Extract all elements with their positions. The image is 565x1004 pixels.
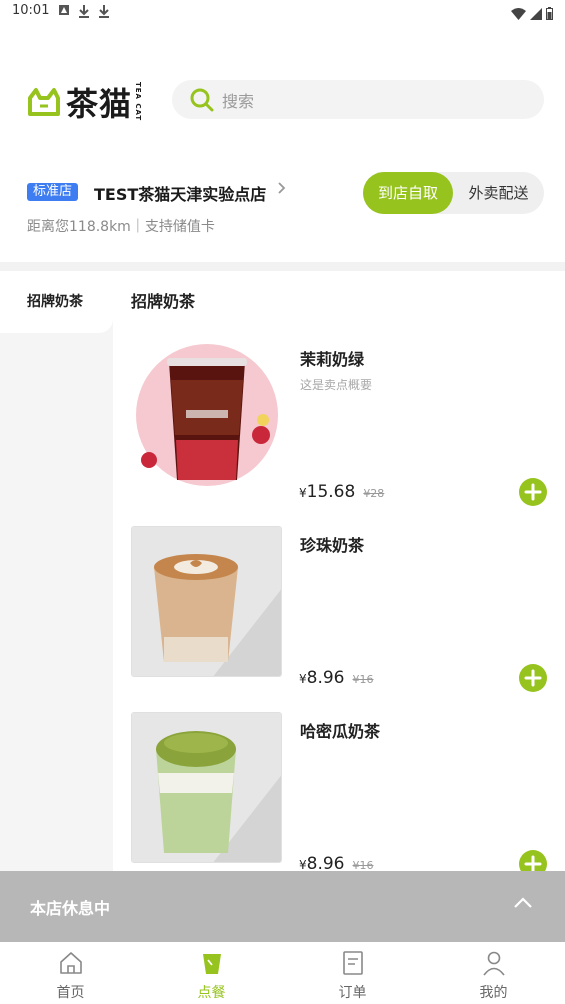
tab-label: 我的 <box>479 985 508 1001</box>
sidebar-item-signature-milk-tea[interactable]: 招牌奶茶 <box>0 271 113 333</box>
currency-symbol: ¥ <box>299 858 307 872</box>
product-price: ¥ 15.68 ¥28 <box>299 482 384 502</box>
store-distance: 距离您118.8km｜支持储值卡 <box>27 219 215 235</box>
header: 茶猫 TEA CAT 搜索 <box>0 72 565 128</box>
price-value: 15.68 <box>306 482 356 502</box>
logo-subtext: TEA CAT <box>134 82 143 122</box>
price-value: 8.96 <box>306 668 345 688</box>
add-to-cart-button[interactable] <box>519 478 547 506</box>
product-price: ¥ 8.96 ¥16 <box>299 668 374 688</box>
chevron-right-icon[interactable] <box>277 180 287 200</box>
store-closed-bar[interactable]: 本店休息中 <box>0 871 565 942</box>
currency-symbol: ¥ <box>299 486 307 500</box>
currency-symbol: ¥ <box>299 672 307 686</box>
search-icon <box>190 88 214 111</box>
product-card[interactable]: 茉莉奶绿 这是卖点概要 ¥ 15.68 ¥28 <box>131 340 551 506</box>
category-sidebar: 招牌奶茶 <box>0 271 113 871</box>
brand-logo: 茶猫 TEA CAT <box>26 80 162 124</box>
product-image[interactable] <box>131 712 282 863</box>
tab-profile[interactable]: 我的 <box>423 942 564 1004</box>
logo-text: 茶猫 <box>66 85 133 123</box>
tab-label: 首页 <box>56 985 85 1001</box>
store-info: 标准店 TEST茶猫天津实验点店 距离您118.8km｜支持储值卡 到店自取 外… <box>0 170 565 240</box>
system-icons <box>511 5 553 24</box>
search-placeholder: 搜索 <box>222 91 255 111</box>
tab-order[interactable]: 点餐 <box>141 942 282 1004</box>
product-name: 茉莉奶绿 <box>300 350 365 369</box>
original-price: ¥28 <box>363 487 385 500</box>
status-time: 10:01 <box>12 3 50 18</box>
download-icon <box>78 4 90 18</box>
status-bar: 10:01 <box>0 0 565 24</box>
cat-logo-icon <box>28 88 60 116</box>
battery-icon <box>546 5 553 24</box>
product-card[interactable]: 哈密瓜奶茶 ¥ 8.96 ¥16 <box>131 712 551 878</box>
app-notification-icon <box>58 4 70 18</box>
tab-home[interactable]: 首页 <box>0 942 141 1004</box>
add-to-cart-button[interactable] <box>519 664 547 692</box>
wifi-icon <box>511 5 526 24</box>
cup-icon <box>203 954 221 974</box>
signal-icon <box>530 5 542 24</box>
store-name[interactable]: TEST茶猫天津实验点店 <box>94 181 266 205</box>
store-type-badge: 标准店 <box>27 183 79 201</box>
tab-label: 点餐 <box>197 985 226 1001</box>
bottom-tab-bar: 首页 点餐 订单 我的 <box>0 942 565 1004</box>
download-icon <box>98 4 110 18</box>
pickup-mode-button[interactable]: 到店自取 <box>363 172 453 214</box>
home-icon <box>60 952 82 974</box>
section-divider <box>0 262 565 271</box>
product-name: 哈密瓜奶茶 <box>300 722 381 741</box>
product-card[interactable]: 珍珠奶茶 ¥ 8.96 ¥16 <box>131 526 551 692</box>
search-input[interactable]: 搜索 <box>172 80 544 119</box>
category-title: 招牌奶茶 <box>131 292 196 311</box>
delivery-mode-button[interactable]: 外卖配送 <box>453 172 544 214</box>
store-closed-text: 本店休息中 <box>30 899 111 918</box>
tab-orders[interactable]: 订单 <box>282 942 423 1004</box>
tab-label: 订单 <box>338 985 367 1001</box>
user-icon <box>483 951 505 976</box>
chevron-up-icon[interactable] <box>513 895 533 914</box>
product-image[interactable] <box>131 526 282 677</box>
product-image[interactable] <box>131 340 282 491</box>
notification-icons <box>58 4 110 18</box>
order-mode-toggle: 到店自取 外卖配送 <box>363 172 544 214</box>
product-description: 这是卖点概要 <box>300 378 373 392</box>
original-price: ¥16 <box>352 673 374 686</box>
order-list-icon <box>343 951 363 975</box>
product-name: 珍珠奶茶 <box>300 536 365 555</box>
